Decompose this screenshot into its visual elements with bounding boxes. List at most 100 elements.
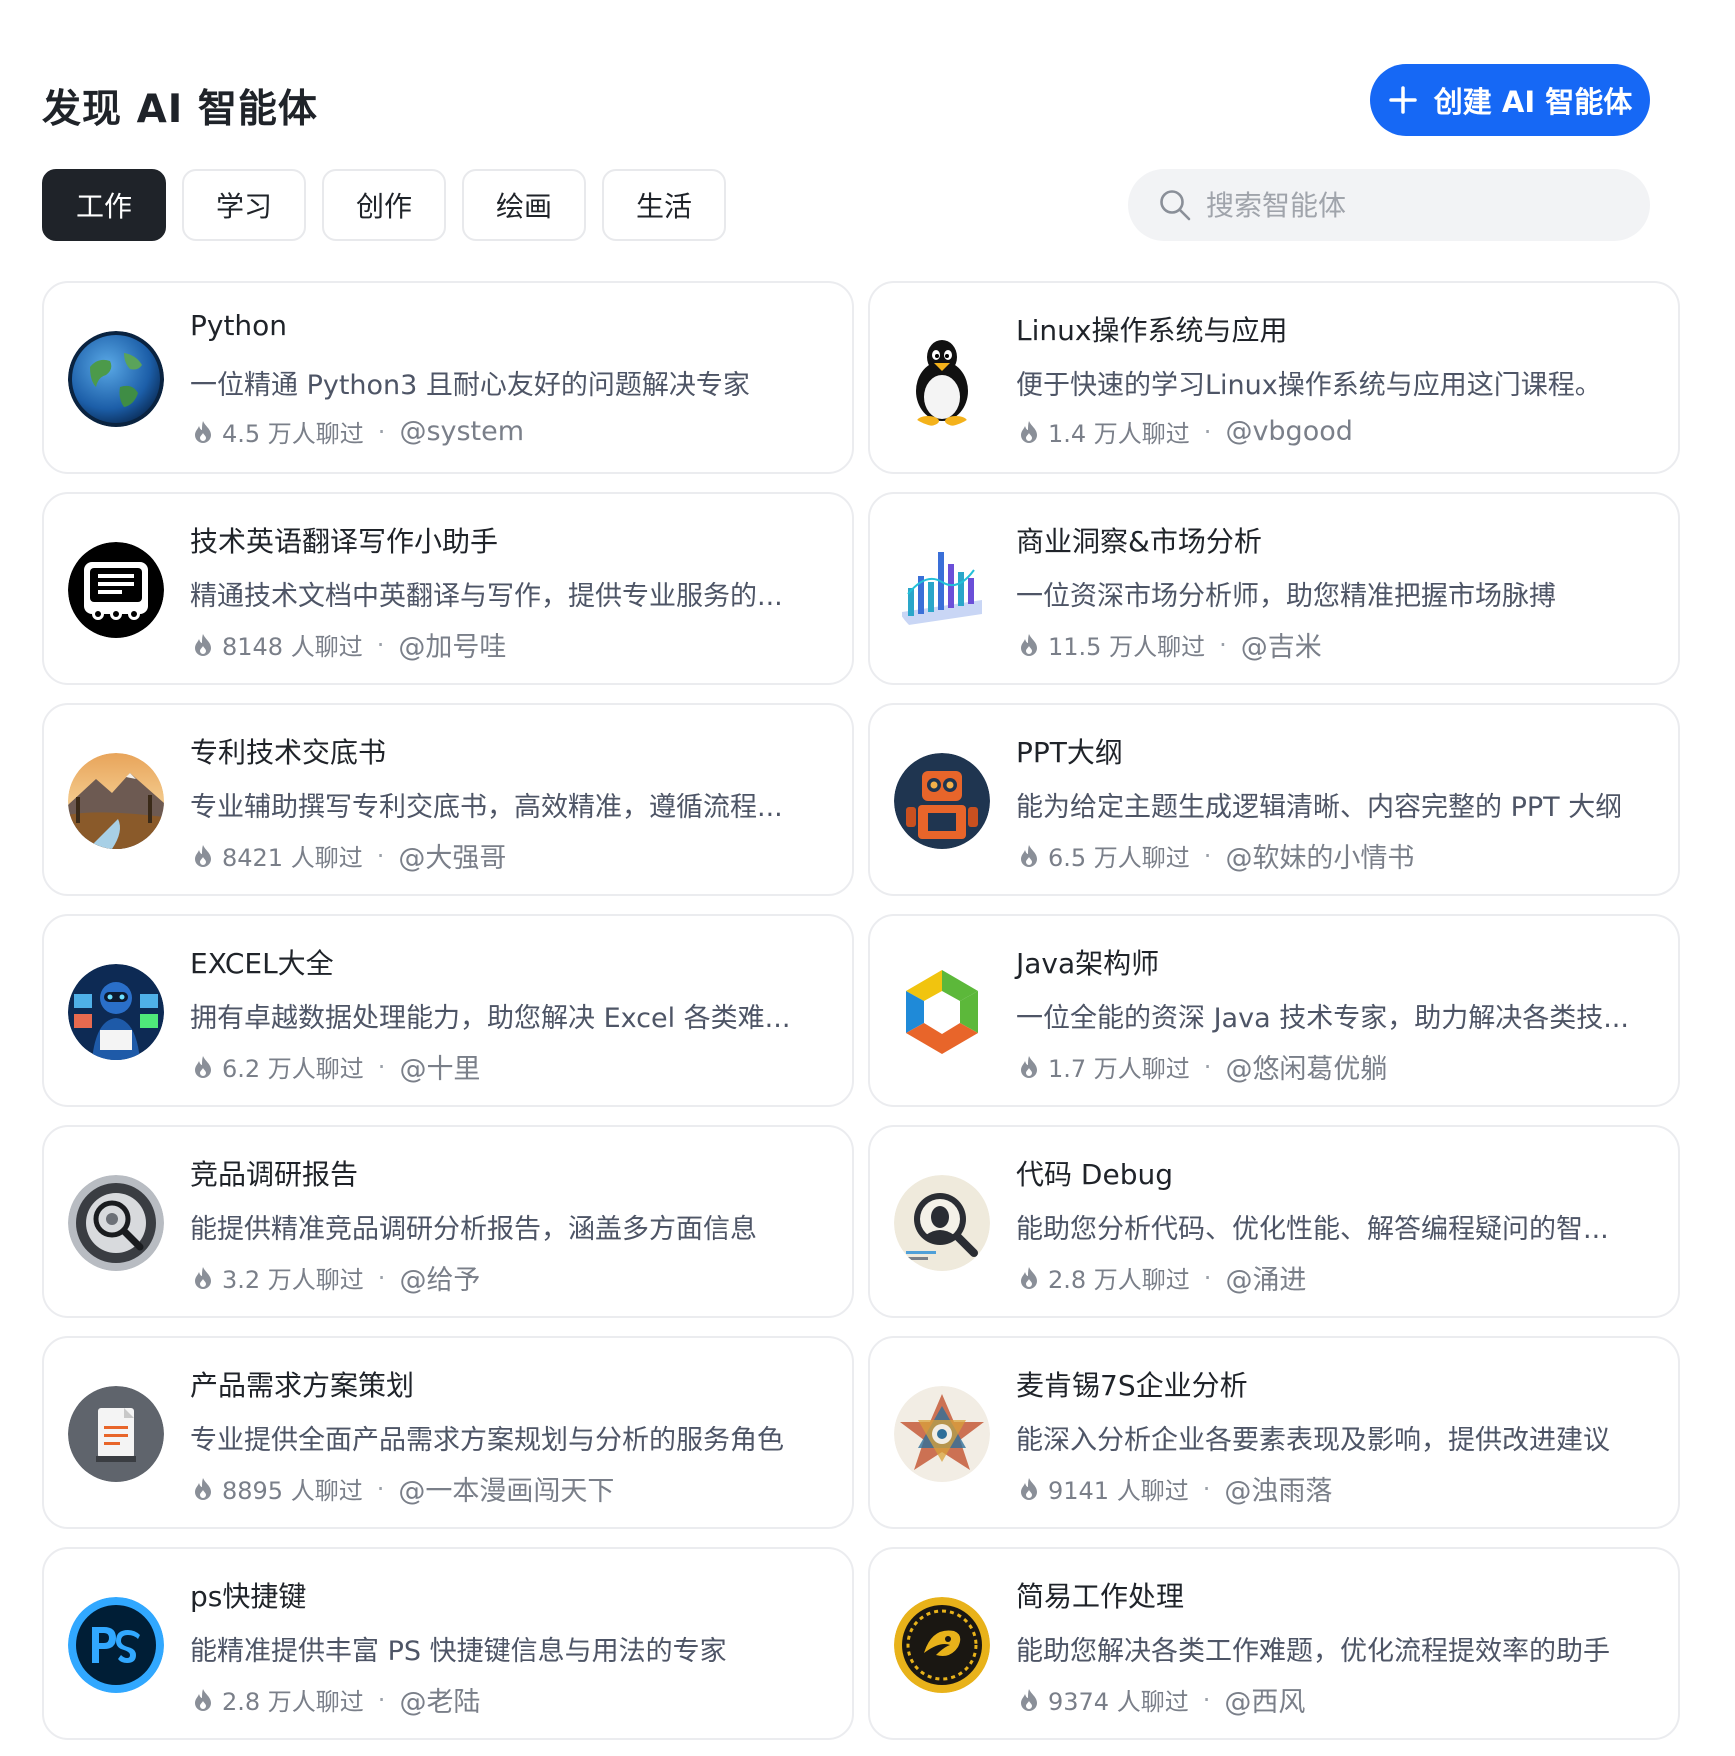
separator-dot: ·	[1203, 1052, 1212, 1081]
search-box[interactable]	[1128, 169, 1650, 241]
agent-name: 简易工作处理	[1016, 1580, 1185, 1613]
separator-dot: ·	[1202, 1685, 1211, 1714]
search-icon	[1160, 190, 1191, 221]
chat-count: 2.8 万人聊过	[222, 1688, 364, 1716]
plus-icon	[1389, 86, 1417, 114]
agent-card[interactable]: 竞品调研报告 能提供精准竞品调研分析报告，涵盖多方面信息 3.2 万人聊过 · …	[42, 1125, 854, 1318]
agent-card[interactable]: PPT大纲 能为给定主题生成逻辑清晰、内容完整的 PPT 大纲 6.5 万人聊过…	[868, 703, 1680, 896]
tab-creation[interactable]: 创作	[322, 169, 446, 241]
agent-description: 一位资深市场分析师，助您精准把握市场脉搏	[1016, 581, 1556, 612]
separator-dot: ·	[1203, 417, 1212, 446]
fire-icon	[195, 1688, 211, 1711]
agent-meta: 4.5 万人聊过 · @system	[190, 414, 524, 449]
chat-count: 8895 人聊过	[222, 1477, 363, 1505]
robot-ppt-avatar	[894, 753, 990, 849]
separator-dot: ·	[1219, 630, 1227, 659]
tab-drawing[interactable]: 绘画	[462, 169, 586, 241]
search-input[interactable]	[1204, 187, 1628, 223]
star-mandala-avatar	[894, 1386, 990, 1482]
separator-dot: ·	[377, 417, 386, 446]
agent-card[interactable]: Python 一位精通 Python3 且耐心友好的问题解决专家 4.5 万人聊…	[42, 281, 854, 474]
chat-count: 8421 人聊过	[222, 844, 363, 872]
agent-meta: 2.8 万人聊过 · @涌进	[1016, 1258, 1306, 1297]
create-agent-button[interactable]: 创建 AI 智能体	[1370, 64, 1650, 136]
chat-count: 2.8 万人聊过	[1048, 1266, 1190, 1294]
separator-dot: ·	[376, 841, 385, 870]
agent-meta: 8895 人聊过 · @一本漫画闯天下	[190, 1469, 614, 1508]
agent-name: 代码 Debug	[1016, 1158, 1173, 1191]
chat-count: 8148 人聊过	[222, 633, 363, 661]
agent-author[interactable]: @system	[399, 416, 524, 447]
agent-author[interactable]: @老陆	[399, 1680, 480, 1719]
chat-count: 4.5 万人聊过	[222, 420, 364, 448]
separator-dot: ·	[377, 1263, 386, 1292]
agent-author[interactable]: @一本漫画闯天下	[398, 1469, 614, 1508]
agent-meta: 6.2 万人聊过 · @十里	[190, 1047, 480, 1086]
separator-dot: ·	[1202, 1474, 1211, 1503]
agent-card[interactable]: 专利技术交底书 专业辅助撰写专利交底书，高效精准，遵循流程... 8421 人聊…	[42, 703, 854, 896]
separator-dot: ·	[376, 630, 385, 659]
agent-author[interactable]: @涌进	[1225, 1258, 1306, 1297]
agent-author[interactable]: @十里	[399, 1047, 480, 1086]
agent-card[interactable]: ps快捷键 能精准提供丰富 PS 快捷键信息与用法的专家 2.8 万人聊过 · …	[42, 1547, 854, 1740]
agent-meta: 9374 人聊过 · @西风	[1016, 1680, 1305, 1719]
tab-life[interactable]: 生活	[602, 169, 726, 241]
agent-description: 专业辅助撰写专利交底书，高效精准，遵循流程...	[190, 792, 783, 823]
tab-work[interactable]: 工作	[42, 169, 166, 241]
agent-description: 能为给定主题生成逻辑清晰、内容完整的 PPT 大纲	[1016, 792, 1623, 823]
agent-card[interactable]: 商业洞察&市场分析 一位资深市场分析师，助您精准把握市场脉搏 11.5 万人聊过…	[868, 492, 1680, 685]
chat-count: 9141 人聊过	[1048, 1477, 1189, 1505]
photoshop-avatar	[68, 1597, 164, 1693]
agent-description: 一位精通 Python3 且耐心友好的问题解决专家	[190, 370, 750, 401]
separator-dot: ·	[377, 1685, 386, 1714]
fire-icon	[195, 1477, 211, 1500]
agent-description: 一位全能的资深 Java 技术专家，助力解决各类技...	[1016, 1003, 1629, 1034]
agent-card[interactable]: 简易工作处理 能助您解决各类工作难题，优化流程提效率的助手 9374 人聊过 ·…	[868, 1547, 1680, 1740]
agent-name: ps快捷键	[190, 1580, 307, 1613]
agent-description: 拥有卓越数据处理能力，助您解决 Excel 各类难...	[190, 1003, 791, 1034]
agent-author[interactable]: @软妹的小情书	[1225, 836, 1414, 875]
agent-name: 产品需求方案策划	[190, 1369, 415, 1402]
create-agent-label: 创建 AI 智能体	[1433, 85, 1633, 119]
agent-meta: 8421 人聊过 · @大强哥	[190, 836, 506, 875]
agent-card[interactable]: 技术英语翻译写作小助手 精通技术文档中英翻译与写作，提供专业服务的... 814…	[42, 492, 854, 685]
category-tabs: 工作 学习 创作 绘画 生活	[42, 169, 742, 241]
golden-emblem-avatar	[894, 1597, 990, 1693]
agent-card[interactable]: 麦肯锡7S企业分析 能深入分析企业各要素表现及影响，提供改进建议 9141 人聊…	[868, 1336, 1680, 1529]
agent-name: 技术英语翻译写作小助手	[190, 525, 499, 558]
page-title: 发现 AI 智能体	[42, 87, 318, 132]
fire-icon	[1021, 1688, 1037, 1711]
penguin-avatar	[894, 331, 990, 427]
fire-icon	[1021, 1266, 1037, 1289]
agent-card[interactable]: Java架构师 一位全能的资深 Java 技术专家，助力解决各类技... 1.7…	[868, 914, 1680, 1107]
agent-author[interactable]: @悠闲葛优躺	[1225, 1047, 1387, 1086]
agent-author[interactable]: @西风	[1224, 1680, 1305, 1719]
agent-card[interactable]: Linux操作系统与应用 便于快速的学习Linux操作系统与应用这门课程。 1.…	[868, 281, 1680, 474]
agent-author[interactable]: @浊雨落	[1224, 1469, 1332, 1508]
magnifier-gear-avatar	[68, 1175, 164, 1271]
separator-dot: ·	[376, 1474, 385, 1503]
robot-document-avatar	[68, 542, 164, 638]
debug-magnifier-avatar	[894, 1175, 990, 1271]
agent-meta: 8148 人聊过 · @加号哇	[190, 625, 506, 664]
agent-author[interactable]: @给予	[399, 1258, 480, 1297]
document-avatar	[68, 1386, 164, 1482]
agent-author[interactable]: @吉米	[1241, 625, 1322, 664]
chat-count: 11.5 万人聊过	[1048, 633, 1206, 661]
agent-card[interactable]: 产品需求方案策划 专业提供全面产品需求方案规划与分析的服务角色 8895 人聊过…	[42, 1336, 854, 1529]
agent-name: 麦肯锡7S企业分析	[1016, 1369, 1248, 1402]
agent-description: 精通技术文档中英翻译与写作，提供专业服务的...	[190, 581, 783, 612]
separator-dot: ·	[377, 1052, 386, 1081]
agent-card[interactable]: 代码 Debug 能助您分析代码、优化性能、解答编程疑问的智... 2.8 万人…	[868, 1125, 1680, 1318]
fire-icon	[1021, 633, 1037, 656]
agent-author[interactable]: @vbgood	[1225, 416, 1352, 447]
agent-card[interactable]: EXCEL大全 拥有卓越数据处理能力，助您解决 Excel 各类难... 6.2…	[42, 914, 854, 1107]
chat-count: 3.2 万人聊过	[222, 1266, 364, 1294]
agent-author[interactable]: @大强哥	[398, 836, 506, 875]
agent-meta: 11.5 万人聊过 · @吉米	[1016, 625, 1322, 664]
tab-study[interactable]: 学习	[182, 169, 306, 241]
agent-name: Linux操作系统与应用	[1016, 314, 1288, 347]
agent-author[interactable]: @加号哇	[398, 625, 506, 664]
agent-description: 能助您分析代码、优化性能、解答编程疑问的智...	[1016, 1214, 1609, 1245]
agent-description: 能提供精准竞品调研分析报告，涵盖多方面信息	[190, 1214, 757, 1245]
